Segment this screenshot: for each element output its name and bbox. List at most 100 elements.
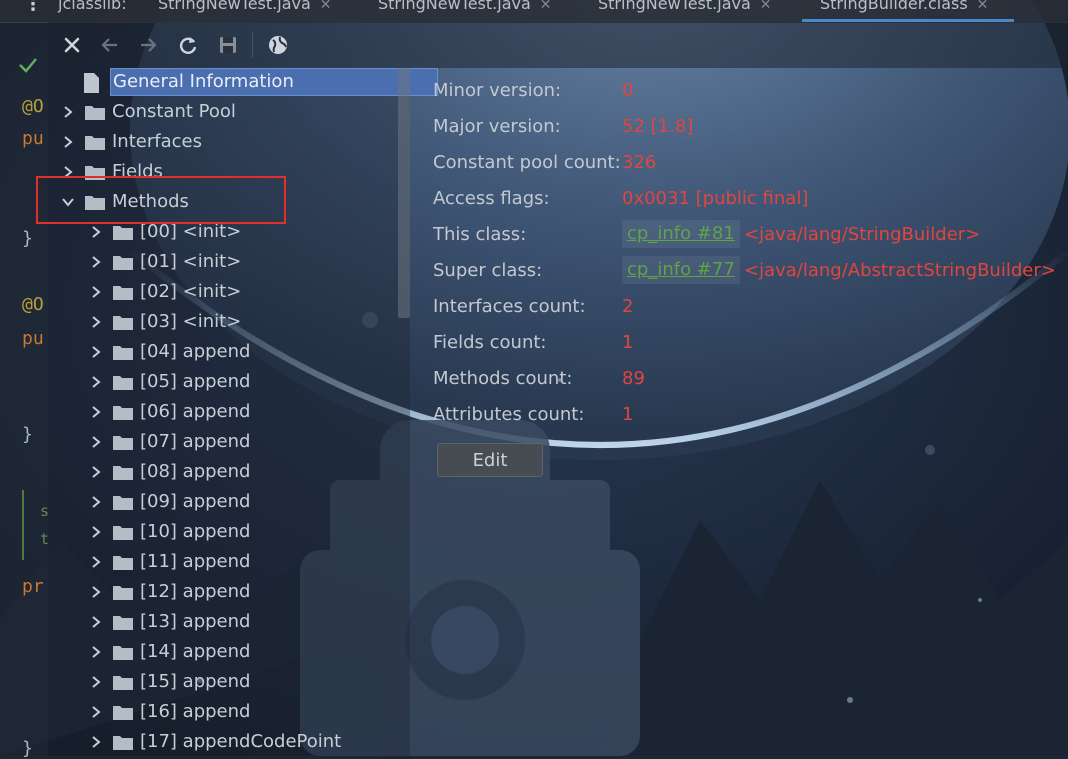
tree-item-label: [00] <init> [140, 221, 242, 242]
close-icon[interactable]: ✕ [977, 0, 989, 13]
chevron-right-icon[interactable] [88, 224, 104, 240]
tree-item-method[interactable]: [07] append [88, 428, 408, 458]
field-label: Minor version: [433, 80, 562, 101]
forward-button[interactable] [136, 33, 160, 57]
chevron-right-icon[interactable] [88, 434, 104, 450]
tree-scrollbar[interactable] [398, 68, 410, 318]
tree-item-label: [02] <init> [140, 281, 242, 302]
cp-info-link[interactable]: cp_info #81 [622, 220, 740, 248]
field-value: 1 [622, 332, 634, 353]
folder-icon [113, 436, 133, 450]
field-value: 0 [622, 80, 634, 101]
folder-icon [113, 616, 133, 630]
close-button[interactable] [60, 33, 84, 57]
tab-stringbuilder-class[interactable]: StringBuilder.class ✕ [820, 0, 988, 13]
chevron-right-icon[interactable] [88, 674, 104, 690]
code-fragment: @O [22, 96, 44, 117]
chevron-right-icon[interactable] [88, 464, 104, 480]
field-value: 89 [622, 368, 645, 389]
tree-item-method[interactable]: [05] append [88, 368, 408, 398]
chevron-right-icon[interactable] [88, 524, 104, 540]
file-icon [84, 73, 99, 93]
tree-item-label: [08] append [140, 461, 251, 482]
tree-item-label: [10] append [140, 521, 251, 542]
tab-label: StringNewTest.java [378, 0, 531, 13]
tree-item-method[interactable]: [04] append [88, 338, 408, 368]
check-icon[interactable] [18, 56, 38, 74]
chevron-right-icon[interactable] [88, 734, 104, 750]
field-label: Fields count: [433, 332, 547, 353]
more-options-icon[interactable]: ⋮ [24, 0, 42, 15]
tree-item-general-information[interactable]: General Information [84, 68, 438, 96]
tab-label: StringNewTest.java [158, 0, 311, 13]
chevron-right-icon[interactable] [88, 344, 104, 360]
tree-item-method[interactable]: [14] append [88, 638, 408, 668]
close-icon [64, 37, 80, 53]
tree-item-method[interactable]: [12] append [88, 578, 408, 608]
tree-item-label: [05] append [140, 371, 251, 392]
folder-icon [85, 106, 105, 120]
close-icon[interactable]: ✕ [320, 0, 332, 13]
chevron-right-icon[interactable] [88, 374, 104, 390]
tree-item-method[interactable]: [03] <init> [88, 308, 408, 338]
edit-button[interactable]: Edit [437, 443, 543, 477]
field-value: 0x0031 [public final] [622, 188, 809, 209]
tab-stringnewtest-3[interactable]: StringNewTest.java ✕ [598, 0, 772, 13]
tree-item-method[interactable]: [02] <init> [88, 278, 408, 308]
tab-stringnewtest-1[interactable]: StringNewTest.java ✕ [158, 0, 332, 13]
tab-label: jclasslib: [58, 0, 127, 13]
folder-icon [113, 316, 133, 330]
chevron-right-icon[interactable] [88, 614, 104, 630]
chevron-right-icon[interactable] [88, 584, 104, 600]
code-fragment: pu [22, 128, 44, 149]
tree-item-label: [09] append [140, 491, 251, 512]
methods-highlight-box [36, 176, 286, 224]
close-icon[interactable]: ✕ [760, 0, 772, 13]
refresh-icon [179, 37, 197, 54]
tree-item-interfaces[interactable]: Interfaces [60, 128, 380, 158]
save-button[interactable] [216, 33, 240, 57]
folder-icon [113, 646, 133, 660]
open-in-browser-button[interactable] [266, 33, 290, 57]
tab-jclasslib[interactable]: jclasslib: [58, 0, 127, 13]
class-structure-tree: General Information Constant Pool Interfa… [48, 68, 438, 758]
tree-item-method[interactable]: [06] append [88, 398, 408, 428]
tree-item-method[interactable]: [16] append [88, 698, 408, 728]
folder-icon [113, 676, 133, 690]
tree-item-method[interactable]: [09] append [88, 488, 408, 518]
cp-info-link[interactable]: cp_info #77 [622, 256, 740, 284]
tree-item-method[interactable]: [10] append [88, 518, 408, 548]
folder-icon [113, 256, 133, 270]
close-icon[interactable]: ✕ [540, 0, 552, 13]
tree-item-method[interactable]: [01] <init> [88, 248, 408, 278]
chevron-right-icon[interactable] [60, 104, 76, 120]
tree-item-method[interactable]: [08] append [88, 458, 408, 488]
tree-item-method[interactable]: [13] append [88, 608, 408, 638]
refresh-button[interactable] [176, 33, 200, 57]
chevron-right-icon[interactable] [88, 554, 104, 570]
tree-item-method[interactable]: [17] appendCodePoint [88, 728, 408, 758]
folder-icon [113, 556, 133, 570]
chevron-right-icon[interactable] [88, 704, 104, 720]
chevron-right-icon[interactable] [88, 644, 104, 660]
field-label: Methods count: [433, 368, 573, 389]
jclasslib-toolbar [48, 22, 1068, 68]
chevron-right-icon[interactable] [88, 254, 104, 270]
tree-item-label: [17] appendCodePoint [140, 731, 342, 752]
back-button[interactable] [98, 33, 122, 57]
code-fragment: } [22, 228, 33, 249]
tree-item-method[interactable]: [15] append [88, 668, 408, 698]
chevron-right-icon[interactable] [88, 314, 104, 330]
field-label: Interfaces count: [433, 296, 586, 317]
tab-stringnewtest-2[interactable]: StringNewTest.java ✕ [378, 0, 552, 13]
tree-item-method[interactable]: [11] append [88, 548, 408, 578]
tree-item-label: [03] <init> [140, 311, 242, 332]
tab-label: StringNewTest.java [598, 0, 751, 13]
chevron-right-icon[interactable] [88, 404, 104, 420]
chevron-right-icon[interactable] [60, 134, 76, 150]
chevron-right-icon[interactable] [88, 284, 104, 300]
chevron-right-icon[interactable] [88, 494, 104, 510]
toolbar-separator [252, 32, 253, 58]
folder-icon [113, 526, 133, 540]
tree-item-constant-pool[interactable]: Constant Pool [60, 98, 380, 128]
